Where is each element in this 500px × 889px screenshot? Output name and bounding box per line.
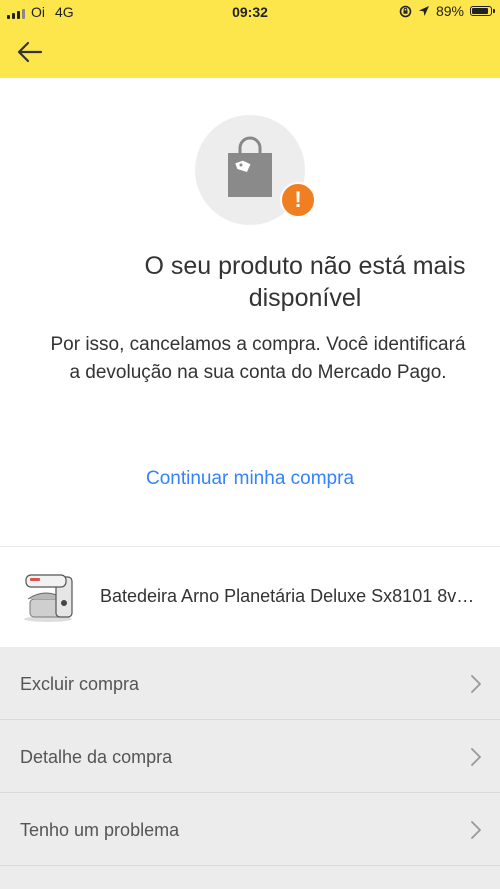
- chevron-right-icon: [471, 748, 481, 766]
- status-bar-right: 89%: [399, 3, 495, 19]
- product-thumbnail: [24, 574, 73, 622]
- product-row[interactable]: Batedeira Arno Planetária Deluxe Sx8101 …: [0, 547, 500, 647]
- report-problem-item[interactable]: Tenho um problema: [0, 793, 500, 866]
- chevron-right-icon: [471, 821, 481, 839]
- continue-purchase-link[interactable]: Continuar minha compra: [0, 466, 500, 492]
- location-arrow-icon: [418, 6, 429, 16]
- action-label: Excluir compra: [20, 674, 140, 694]
- action-label: Tenho um problema: [20, 820, 180, 840]
- battery-level: [472, 8, 489, 14]
- back-button[interactable]: [14, 36, 46, 68]
- status-bar: Oi 4G 09:32 89%: [0, 0, 500, 26]
- page-description: Por isso, cancelamos a compra. Você iden…: [50, 334, 466, 383]
- action-label: Detalhe da compra: [20, 747, 173, 767]
- page-title: O seu produto não está mais disponível: [144, 252, 466, 312]
- app-header: [0, 26, 500, 78]
- arrow-left-icon: [17, 41, 43, 63]
- delete-purchase-item[interactable]: Excluir compra: [0, 647, 500, 720]
- battery-icon: [470, 6, 495, 16]
- alert-badge: !: [280, 182, 316, 218]
- battery-percent: 89%: [435, 3, 464, 19]
- actions-list: Excluir compra Detalhe da compra Tenho u…: [0, 647, 500, 889]
- purchase-detail-item[interactable]: Detalhe da compra: [0, 720, 500, 793]
- rotation-lock-icon: [399, 5, 412, 17]
- product-name: Batedeira Arno Planetária Deluxe Sx8101 …: [100, 586, 478, 606]
- exclamation-icon: !: [294, 187, 302, 212]
- chevron-right-icon: [471, 675, 481, 693]
